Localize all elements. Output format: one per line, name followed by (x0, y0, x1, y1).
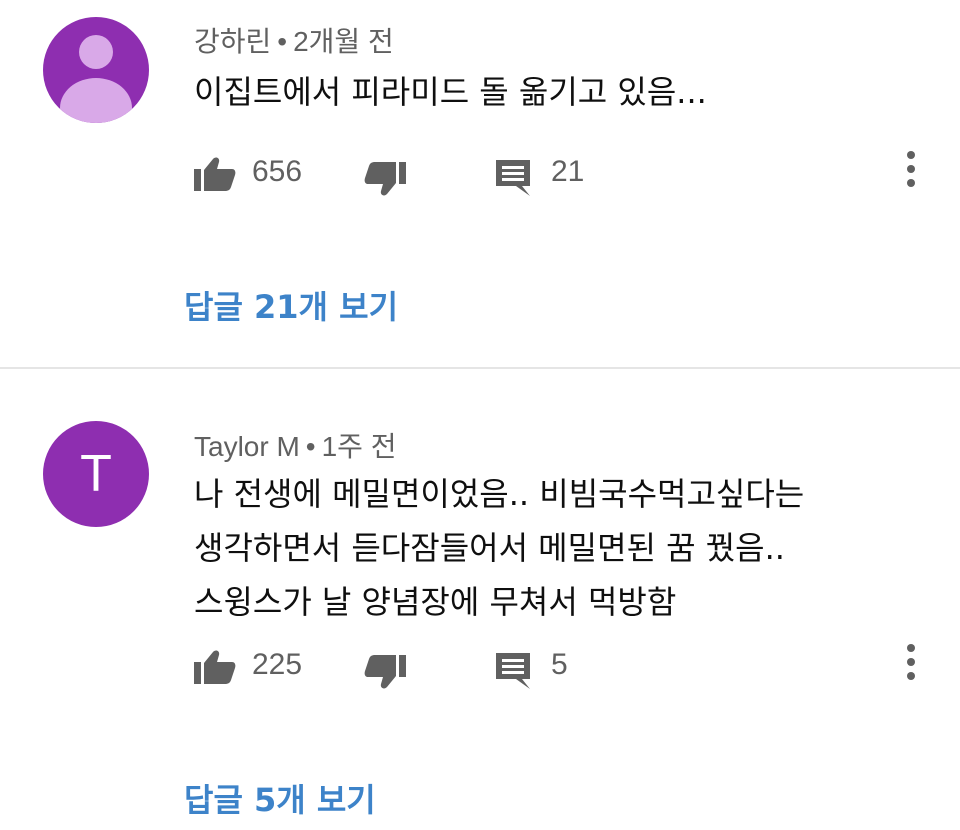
author-name[interactable]: Taylor M (194, 431, 300, 462)
comment-item: 강하린 • 2개월 전 이집트에서 피라미드 돌 옮기고 있음... 656 21 … (0, 0, 960, 366)
dislike-icon[interactable] (364, 655, 406, 693)
view-replies-button[interactable]: 답글 21개 보기 (184, 282, 398, 328)
default-avatar-body (60, 78, 132, 123)
reply-icon[interactable] (496, 653, 530, 693)
avatar-letter: T (80, 445, 112, 503)
comment-text: 이집트에서 피라미드 돌 옮기고 있음... (194, 73, 707, 111)
like-count: 225 (252, 648, 303, 681)
comment-time: 1주 전 (321, 431, 397, 462)
reply-count: 21 (551, 155, 585, 188)
dislike-icon[interactable] (364, 162, 406, 200)
comment-time: 2개월 전 (293, 26, 394, 57)
comment-actions: 656 21 (0, 151, 960, 202)
divider (0, 367, 960, 369)
view-replies-button[interactable]: 답글 5개 보기 (184, 775, 376, 821)
avatar[interactable] (43, 17, 149, 123)
avatar[interactable]: T (43, 421, 149, 527)
more-options-icon[interactable] (896, 146, 926, 196)
comment-meta: Taylor M • 1주 전 (194, 425, 396, 465)
more-options-icon[interactable] (896, 639, 926, 689)
comment-meta: 강하린 • 2개월 전 (194, 20, 394, 60)
meta-separator: • (277, 26, 288, 57)
reply-icon[interactable] (496, 160, 530, 200)
reply-count: 5 (551, 648, 568, 681)
like-icon[interactable] (194, 157, 236, 195)
comment-text: 나 전생에 메밀면이었음.. 비빔국수먹고싶다는 생각하면서 듣다잠들어서 메밀… (194, 475, 805, 621)
comment-actions: 225 5 (0, 644, 960, 695)
like-count: 656 (252, 155, 303, 188)
author-name[interactable]: 강하린 (194, 26, 271, 57)
comment-item: T Taylor M • 1주 전 나 전생에 메밀면이었음.. 비빔국수먹고싶다는… (0, 370, 960, 830)
like-icon[interactable] (194, 650, 236, 688)
meta-separator: • (305, 431, 316, 462)
default-avatar-head (79, 35, 113, 69)
